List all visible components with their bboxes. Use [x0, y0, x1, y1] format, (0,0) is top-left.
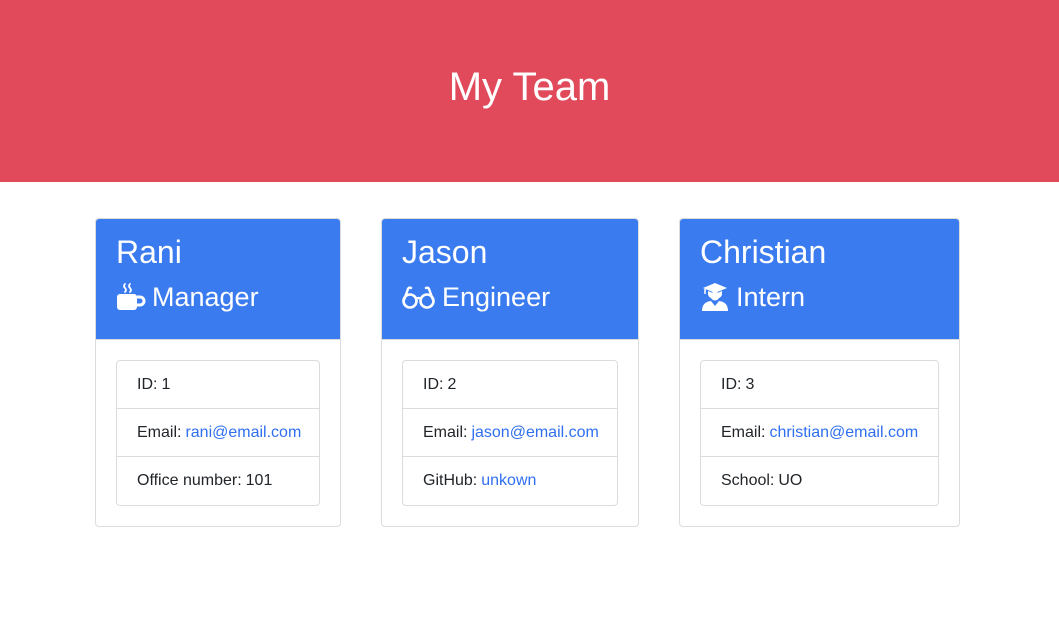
list-item-office-number: Office number: 101 — [117, 457, 319, 505]
details-list: ID: 3 Email: christian@email.com School:… — [700, 360, 939, 506]
card-header: Rani Manager — [96, 219, 340, 340]
id-value: 1 — [161, 375, 171, 393]
id-value: 3 — [745, 375, 755, 393]
card-header: Jason Engineer — [382, 219, 638, 340]
list-item-id: ID: 3 — [701, 361, 938, 409]
office-number-value: 101 — [245, 472, 273, 489]
email-link[interactable]: jason@email.com — [471, 424, 598, 442]
graduate-icon — [700, 282, 730, 312]
id-label: ID: — [137, 375, 158, 393]
employee-card-intern: Christian Intern ID: 3 Email: christian@… — [679, 218, 960, 527]
card-body: ID: 2 Email: jason@email.com GitHub: unk… — [382, 340, 638, 506]
list-item-email: Email: jason@email.com — [403, 409, 617, 457]
role-label: Engineer — [442, 281, 551, 312]
card-body: ID: 3 Email: christian@email.com School:… — [680, 340, 959, 506]
list-item-id: ID: 1 — [117, 361, 319, 409]
role-label: Manager — [152, 281, 259, 312]
school-label: School: — [721, 472, 775, 489]
glasses-icon — [402, 282, 436, 312]
team-header: My Team — [0, 0, 1059, 182]
github-label: GitHub: — [423, 472, 478, 489]
coffee-mug-icon — [116, 282, 146, 312]
id-label: ID: — [423, 375, 444, 393]
school-value: UO — [778, 472, 803, 489]
employee-role: Intern — [700, 282, 939, 312]
card-body: ID: 1 Email: rani@email.com Office numbe… — [96, 340, 340, 506]
email-link[interactable]: christian@email.com — [769, 424, 918, 442]
employee-role: Manager — [116, 282, 320, 312]
list-item-email: Email: rani@email.com — [117, 409, 319, 457]
details-list: ID: 1 Email: rani@email.com Office numbe… — [116, 360, 320, 506]
employee-card-manager: Rani Manager ID: 1 Email: rani@email.com — [95, 218, 341, 527]
details-list: ID: 2 Email: jason@email.com GitHub: unk… — [402, 360, 618, 506]
email-link[interactable]: rani@email.com — [185, 424, 301, 442]
employee-card-engineer: Jason Engineer ID: 2 Email: jason@email.… — [381, 218, 639, 527]
employee-name: Christian — [700, 234, 827, 270]
employee-name: Jason — [402, 234, 488, 270]
list-item-school: School: UO — [701, 457, 938, 505]
list-item-email: Email: christian@email.com — [701, 409, 938, 457]
github-link[interactable]: unkown — [481, 472, 536, 490]
employee-role: Engineer — [402, 282, 618, 312]
card-header: Christian Intern — [680, 219, 959, 340]
email-label: Email: — [721, 423, 766, 441]
page-title: My Team — [448, 64, 611, 109]
list-item-github: GitHub: unkown — [403, 457, 617, 505]
list-item-id: ID: 2 — [403, 361, 617, 409]
id-value: 2 — [447, 375, 457, 393]
role-label: Intern — [736, 281, 806, 312]
email-label: Email: — [137, 423, 182, 441]
email-label: Email: — [423, 423, 468, 441]
id-label: ID: — [721, 375, 742, 393]
employee-name: Rani — [116, 234, 182, 270]
office-number-label: Office number: — [137, 472, 242, 489]
